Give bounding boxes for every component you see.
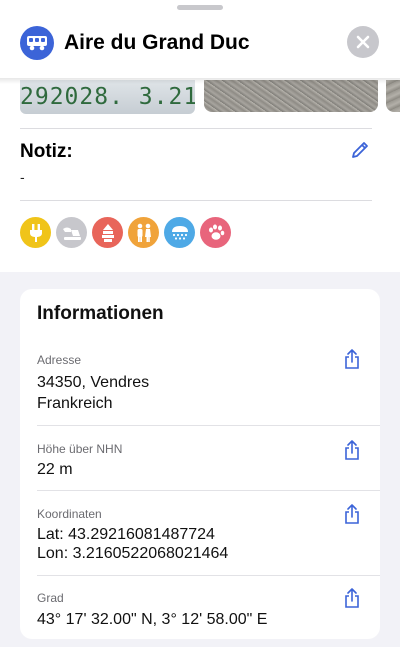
shower-icon[interactable]	[164, 217, 195, 248]
share-degrees-button[interactable]	[342, 587, 362, 609]
latitude-value: Lat: 43.29216081487724	[37, 526, 215, 543]
note-label: Notiz:	[20, 141, 73, 162]
share-icon	[345, 587, 359, 608]
elevation-label: Höhe über NHN	[37, 442, 123, 456]
address-label: Adresse	[37, 353, 82, 367]
toilets-icon[interactable]	[128, 217, 159, 248]
close-icon	[356, 35, 370, 49]
divider	[37, 575, 380, 576]
edit-note-button[interactable]	[348, 138, 372, 162]
photo-sign-text: 292028. 3.215	[20, 84, 195, 110]
title-row: Aire du Grand Duc	[0, 22, 400, 64]
divider	[37, 425, 380, 426]
photo-thumbnail[interactable]: 292028. 3.215	[20, 80, 195, 114]
pencil-icon	[352, 142, 368, 158]
photo-thumbnail[interactable]	[204, 80, 378, 112]
divider	[20, 200, 372, 201]
close-button[interactable]	[347, 26, 379, 58]
information-title: Informationen	[37, 303, 164, 324]
detail-sheet: Aire du Grand Duc 292028. 3.215 Notiz: -	[0, 0, 400, 272]
share-elevation-button[interactable]	[342, 439, 362, 461]
divider	[20, 128, 372, 129]
divider	[37, 490, 380, 491]
electricity-plug-icon[interactable]	[20, 217, 51, 248]
note-value: -	[20, 169, 25, 185]
information-card: Informationen Adresse 34350, Vendres Fra…	[20, 289, 380, 639]
share-icon	[345, 348, 359, 369]
address-line-1: 34350, Vendres	[37, 374, 150, 391]
page-title: Aire du Grand Duc	[64, 31, 250, 54]
elevation-value: 22 m	[37, 461, 73, 478]
share-address-button[interactable]	[342, 348, 362, 370]
pets-paw-icon[interactable]	[200, 217, 231, 248]
waste-disposal-icon[interactable]	[56, 217, 87, 248]
header-shadow	[0, 78, 400, 84]
longitude-value: Lon: 3.2160522068021464	[37, 545, 229, 562]
sheet-grabber[interactable]	[177, 5, 223, 10]
photo-gallery[interactable]: 292028. 3.215	[0, 80, 400, 114]
share-icon	[345, 439, 359, 460]
campervan-icon	[20, 26, 54, 60]
share-icon	[345, 503, 359, 524]
address-line-2: Frankreich	[37, 395, 113, 412]
coordinates-label: Koordinaten	[37, 507, 102, 521]
photo-thumbnail[interactable]	[386, 80, 400, 112]
degrees-label: Grad	[37, 591, 64, 605]
fresh-water-tap-icon[interactable]	[92, 217, 123, 248]
degrees-value: 43° 17' 32.00" N, 3° 12' 58.00" E	[37, 611, 268, 628]
share-coordinates-button[interactable]	[342, 503, 362, 525]
